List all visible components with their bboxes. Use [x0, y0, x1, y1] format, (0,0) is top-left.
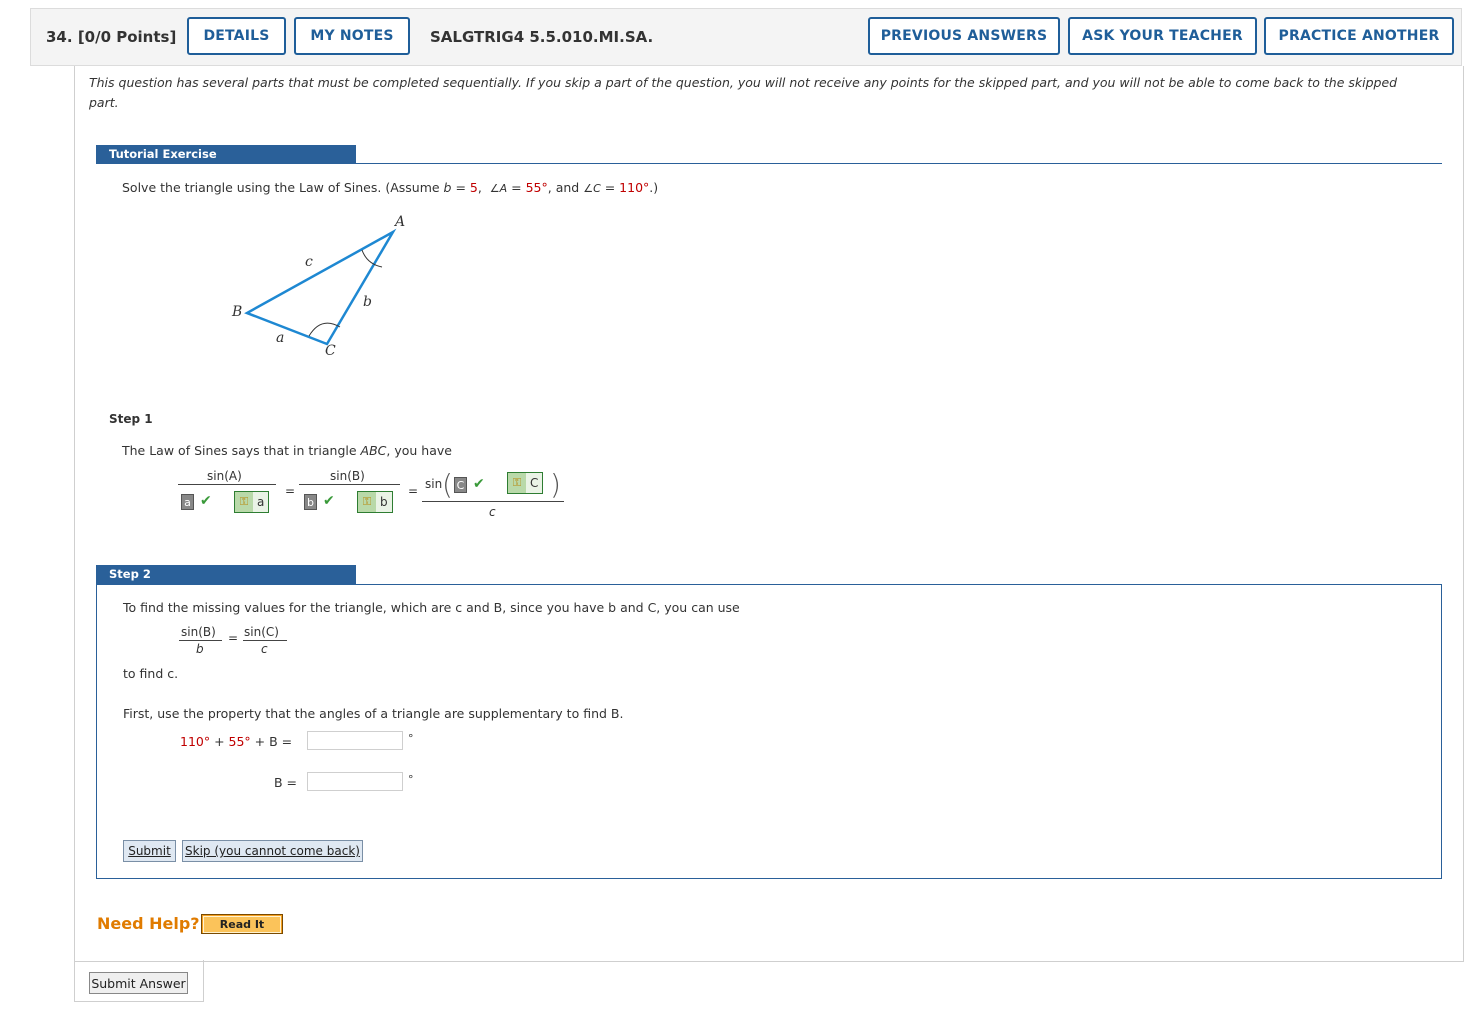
answer-a-given: a [181, 494, 194, 510]
ask-your-teacher-button[interactable]: ASK YOUR TEACHER [1068, 17, 1257, 55]
tutorial-rule [96, 163, 1442, 164]
degree-symbol: ° [408, 773, 414, 786]
skip-button[interactable]: Skip (you cannot come back) [182, 840, 363, 862]
equals-sign: = [408, 484, 419, 498]
frac-right-line [243, 640, 287, 641]
equation-2: B = [274, 775, 298, 790]
points-label: [0/0 Points] [77, 28, 177, 46]
paren-close: ) [550, 468, 561, 501]
check-icon: ✔ [473, 476, 485, 492]
angle-A-arc [361, 249, 383, 268]
answer-c-given: C [454, 477, 467, 493]
answer-b-given: b [304, 494, 317, 510]
triangle-shape [244, 228, 397, 346]
step1-text: The Law of Sines says that in triangle A… [122, 443, 452, 458]
side-a-label: a [276, 330, 285, 346]
denominator-c: c [489, 505, 496, 519]
equation-1: 110° + 55° + B = [180, 734, 293, 749]
check-icon: ✔ [200, 493, 212, 509]
angle-B-input[interactable] [307, 772, 403, 791]
question-number: 34. [0/0 Points] [46, 28, 177, 46]
key-icon: ⚿ [235, 492, 253, 512]
frac-right-numerator: sin(C) [244, 625, 279, 639]
key-icon: ⚿ [508, 473, 526, 493]
intro-text: This question has several parts that mus… [89, 75, 1398, 110]
read-it-label: Read It [202, 915, 282, 933]
equals-sign: = [285, 484, 296, 498]
question-code: SALGTRIG4 5.5.010.MI.SA. [430, 28, 654, 46]
previous-answers-button[interactable]: PREVIOUS ANSWERS [868, 17, 1060, 55]
sinA-numerator: sin(A) [207, 469, 242, 483]
property-text: First, use the property that the angles … [123, 706, 624, 721]
triangle-diagram [244, 228, 397, 346]
step1-heading: Step 1 [109, 412, 153, 426]
frac-left-numerator: sin(B) [181, 625, 216, 639]
tutorial-heading: Tutorial Exercise [96, 145, 356, 164]
practice-another-button[interactable]: PRACTICE ANOTHER [1264, 17, 1454, 55]
paren-open: ( [442, 468, 453, 501]
sinB-numerator: sin(B) [330, 469, 365, 483]
frac-left-denominator: b [196, 642, 204, 656]
equals-sign: = [228, 631, 239, 645]
answer-key-c: ⚿ C [507, 472, 544, 494]
side-c-label: c [305, 254, 313, 270]
need-help-label: Need Help? [97, 914, 200, 933]
step2-text: To find the missing values for the trian… [123, 600, 740, 615]
tutorial-prompt: Solve the triangle using the Law of Sine… [122, 180, 659, 195]
submit-answer-button[interactable]: Submit Answer [89, 972, 188, 994]
check-icon: ✔ [323, 493, 335, 509]
angle-sum-input[interactable] [307, 731, 403, 750]
fraction-line-3 [422, 501, 564, 502]
fraction-line-2 [299, 484, 400, 485]
step-submit-button[interactable]: Submit [123, 840, 176, 862]
sin-prefix: sin [425, 477, 443, 491]
vertex-C-label: C [325, 343, 336, 359]
answer-key-a: ⚿ a [234, 491, 270, 513]
step2-box [96, 584, 1442, 879]
frac-left-line [179, 640, 222, 641]
fraction-line-1 [178, 484, 276, 485]
key-icon: ⚿ [358, 492, 376, 512]
vertex-A-label: A [395, 214, 406, 230]
to-find-text: to find c. [123, 666, 179, 681]
details-button[interactable]: DETAILS [187, 17, 286, 55]
read-it-button[interactable]: Read It [201, 914, 283, 934]
side-b-label: b [363, 294, 372, 310]
answer-key-b: ⚿ b [357, 491, 393, 513]
frac-right-denominator: c [261, 642, 268, 656]
vertex-B-label: B [232, 304, 243, 320]
degree-symbol: ° [408, 732, 414, 745]
step2-heading: Step 2 [96, 565, 356, 584]
my-notes-button[interactable]: MY NOTES [294, 17, 410, 55]
